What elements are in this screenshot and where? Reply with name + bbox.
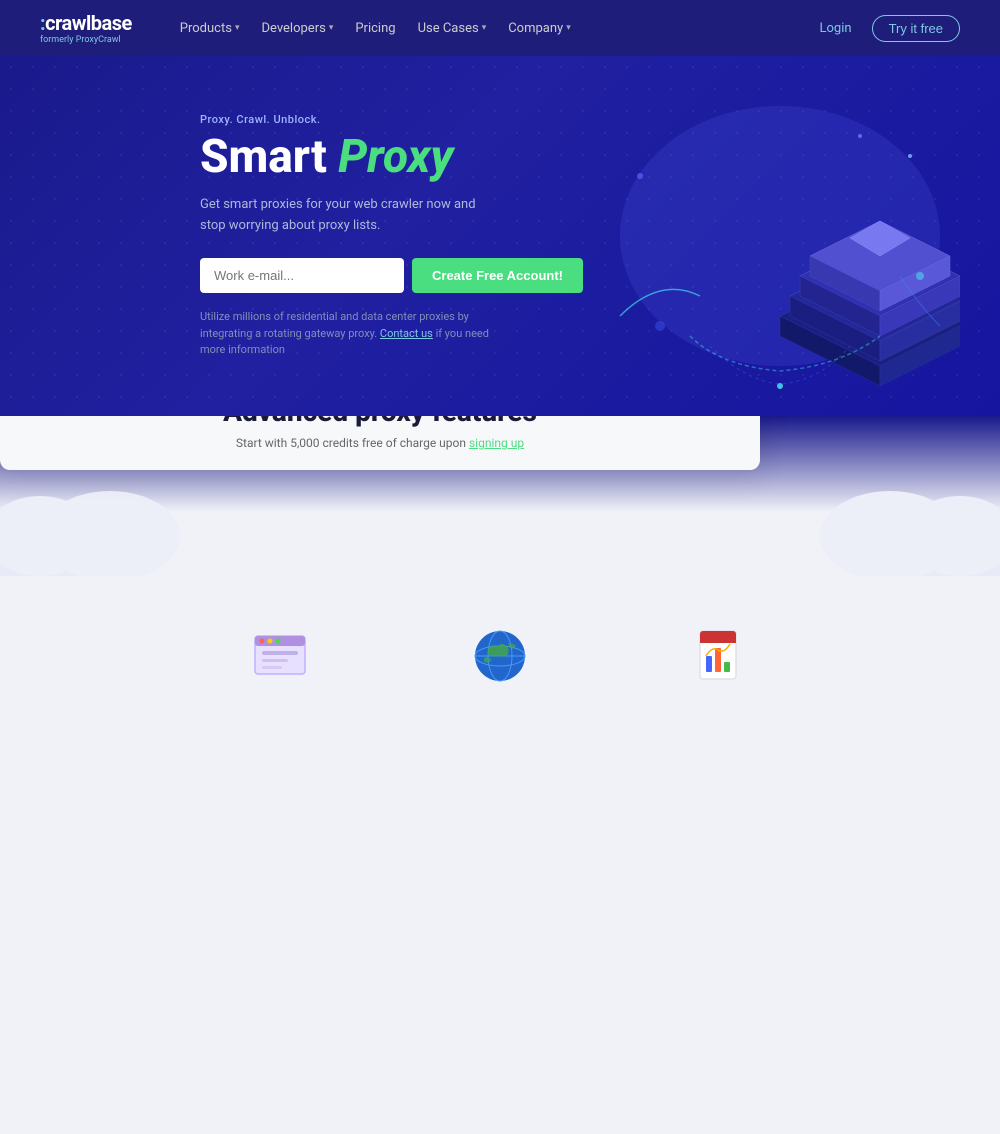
nav-products[interactable]: Products ▾	[172, 17, 248, 40]
hero-content: Proxy. Crawl. Unblock. Smart Proxy Get s…	[0, 113, 500, 359]
globe-icon	[470, 626, 530, 686]
hero-illustration	[560, 76, 960, 396]
card-title: Advanced proxy features	[40, 416, 720, 428]
feature-card: Intelligent. Secure. Proxies Advanced pr…	[0, 416, 760, 470]
cloud-transition: Intelligent. Secure. Proxies Advanced pr…	[0, 416, 1000, 576]
nav-company[interactable]: Company ▾	[500, 17, 579, 40]
nav-actions: Login Try it free	[812, 15, 960, 42]
signup-link[interactable]: signing up	[469, 436, 524, 450]
hero-title: Smart Proxy	[200, 132, 500, 183]
feature-chart-item	[660, 626, 780, 1134]
logo[interactable]: :crawlbase formerly ProxyCrawl	[40, 11, 132, 45]
hero-note: Utilize millions of residential and data…	[200, 309, 500, 359]
login-button[interactable]: Login	[812, 17, 860, 40]
cloud-left	[0, 476, 200, 576]
try-free-button[interactable]: Try it free	[872, 15, 960, 42]
brand-formerly: formerly ProxyCrawl	[40, 35, 132, 45]
nav-use-cases[interactable]: Use Cases ▾	[410, 17, 495, 40]
nav-pricing[interactable]: Pricing	[347, 17, 403, 40]
nav-developers[interactable]: Developers ▾	[253, 17, 341, 40]
hero-subtitle: Get smart proxies for your web crawler n…	[200, 195, 500, 237]
card-subtitle: Start with 5,000 credits free of charge …	[40, 436, 720, 450]
browser-icon	[250, 626, 310, 686]
chevron-down-icon: ▾	[482, 23, 487, 33]
feature-browser-item	[220, 626, 340, 1134]
chevron-down-icon: ▾	[235, 23, 240, 33]
brand-name: :crawlbase	[40, 11, 132, 35]
cloud-right	[800, 476, 1000, 576]
features-icons-row	[0, 576, 1000, 1134]
create-account-button[interactable]: Create Free Account!	[412, 258, 583, 293]
contact-link[interactable]: Contact us	[380, 327, 433, 340]
navbar: :crawlbase formerly ProxyCrawl Products …	[0, 0, 1000, 56]
chart-icon	[690, 626, 750, 686]
hero-form: Create Free Account!	[200, 258, 500, 293]
hero-eyebrow: Proxy. Crawl. Unblock.	[200, 113, 500, 126]
chevron-down-icon: ▾	[566, 23, 571, 33]
feature-globe-item	[440, 626, 560, 1134]
email-input[interactable]	[200, 258, 404, 293]
nav-links: Products ▾ Developers ▾ Pricing Use Case…	[172, 17, 812, 40]
chevron-down-icon: ▾	[329, 23, 334, 33]
hero-section: Proxy. Crawl. Unblock. Smart Proxy Get s…	[0, 56, 1000, 416]
